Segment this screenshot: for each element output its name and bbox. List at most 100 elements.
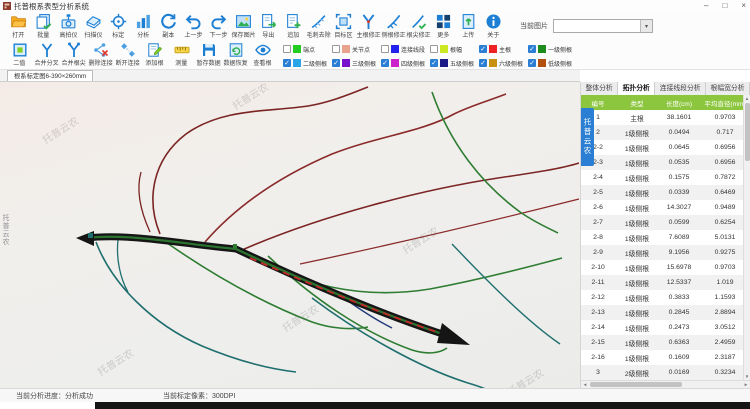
current-image-select[interactable]: ▾ [553,19,653,33]
toolbar-button[interactable]: 导出 [256,13,281,39]
checkbox[interactable] [332,45,340,53]
toolbar-button[interactable]: 下一步 [206,13,231,39]
checkbox[interactable]: ✓ [528,45,536,53]
checkbox[interactable]: ✓ [430,59,438,67]
table-row[interactable]: 2-5 1级侧根 0.0339 0.6469 [581,185,750,200]
checkbox[interactable] [430,45,438,53]
append-icon [285,13,302,30]
table-vscrollbar[interactable]: ▲ ▼ [743,95,750,380]
table-row[interactable]: 2-9 1级侧根 9.1956 0.9275 [581,245,750,260]
checkbox[interactable]: ✓ [479,45,487,53]
toolbar-button[interactable]: 毛刺去除 [306,13,331,39]
checkbox[interactable]: ✓ [381,59,389,67]
table-row[interactable]: 2-16 1级侧根 0.1609 2.3187 [581,350,750,365]
toolbar-button[interactable]: 合并分叉 [33,40,60,69]
hscroll-thumb[interactable] [590,382,682,387]
toolbar-button[interactable]: 侧根修正 [381,13,406,39]
toolbar-button-label: 测量 [175,58,187,67]
toolbar-button[interactable]: 追加 [281,13,306,39]
layer-toggle[interactable]: ✓ 一级侧根 [528,45,577,54]
layer-toggle[interactable]: 关节点 [332,45,381,54]
layer-toggle[interactable]: ✓ 二级侧根 [283,59,332,68]
scroll-down-icon[interactable]: ▼ [744,373,750,380]
table-row[interactable]: 2-11 1级侧根 12.5337 1.019 [581,275,750,290]
table-row[interactable]: 2-6 1级侧根 14.3027 0.9489 [581,200,750,215]
toolbar-button[interactable]: 更多 [431,13,456,39]
layer-toggle[interactable]: ✓ 三级侧根 [332,59,381,68]
cell-len: 0.1609 [659,354,699,361]
toolbar-button[interactable]: 测量 [168,40,195,69]
toolbar-button[interactable]: 根尖修正 [406,13,431,39]
toolbar-button[interactable]: 标定 [106,13,131,39]
close-button[interactable]: × [741,0,746,12]
toolbar-button[interactable]: 批量 [31,13,56,39]
root-canvas[interactable]: 托普云农 托普云农 托普云农 托普云农 托普云农 托普云农 托普云农 [0,82,580,388]
toolbar-button[interactable]: 断开连接 [114,40,141,69]
layer-toggle[interactable]: ✓ 四级侧根 [381,59,430,68]
layer-toggle[interactable]: ✓ 低级侧根 [528,59,577,68]
checkbox[interactable] [283,45,291,53]
toolbar-button[interactable]: 目标区 [331,13,356,39]
table-hscrollbar[interactable]: ◄ ► [581,380,750,388]
cell-id: 2-7 [581,219,615,226]
toolbar-button[interactable]: 上一步 [181,13,206,39]
table-row[interactable]: 2-13 1级侧根 0.2845 2.8894 [581,305,750,320]
toolbar-button[interactable]: 副本 [156,13,181,39]
toolbar-button[interactable]: 删除连接 [87,40,114,69]
layer-toggle[interactable]: 连接线段 [381,45,430,54]
toolbar-button[interactable]: 主根修正 [356,13,381,39]
toolbar-button[interactable]: 打开 [6,13,31,39]
analysis-tab[interactable]: 连接线段分析 [655,82,706,95]
toolbar-button[interactable]: 高拍仪 [56,13,81,39]
table-row[interactable]: 2-8 1级侧根 7.6089 5.0131 [581,230,750,245]
toolbar-button[interactable]: 合并根尖 [60,40,87,69]
analysis-panel: 整体分析拓扑分析连接线段分析根幅宽分析 编号 类型 长度(cm) 平均直径(mm… [580,82,750,388]
toolbar-button[interactable]: 关于 [481,13,506,39]
layer-toggle[interactable]: 根幅 [430,45,479,54]
table-row[interactable]: 3 2级侧根 0.0169 0.3234 [581,365,750,380]
checkbox[interactable]: ✓ [283,59,291,67]
table-row[interactable]: 2-7 1级侧根 0.0599 0.6254 [581,215,750,230]
toolbar-button-label: 更多 [437,30,449,39]
table-row[interactable]: 2 1级侧根 0.0494 0.717 [581,125,750,140]
checkbox[interactable]: ✓ [528,59,536,67]
table-row[interactable]: 2-2 1级侧根 0.0645 0.6956 [581,140,750,155]
layer-label: 端点 [303,45,315,54]
toolbar-button[interactable]: 分析 [131,13,156,39]
toolbar-button[interactable]: 暂存数据 [195,40,222,69]
checkbox[interactable] [381,45,389,53]
table-row[interactable]: 2-15 1级侧根 0.6363 2.4959 [581,335,750,350]
toolbar-button[interactable]: 数据恢复 [222,40,249,69]
table-row[interactable]: 2-3 1级侧根 0.0535 0.6956 [581,155,750,170]
scroll-up-icon[interactable]: ▲ [744,95,750,102]
layer-toggle[interactable]: 端点 [283,45,332,54]
layer-toggle[interactable]: ✓ 六级侧根 [479,59,528,68]
toolbar-button[interactable]: 保存图片 [231,13,256,39]
table-row[interactable]: 1 主根 38.1601 0.9703 [581,110,750,125]
vscroll-thumb[interactable] [745,103,750,161]
toolbar-button[interactable]: 上传 [456,13,481,39]
table-row[interactable]: 2-14 1级侧根 0.2473 3.0512 [581,320,750,335]
cell-len: 0.2473 [659,324,699,331]
analysis-tab[interactable]: 整体分析 [581,82,618,95]
analysis-tab[interactable]: 拓扑分析 [618,82,655,95]
chevron-down-icon[interactable]: ▾ [640,20,652,32]
layer-toggle[interactable]: ✓ 主根 [479,45,528,54]
table-row[interactable]: 2-4 1级侧根 0.1575 0.7872 [581,170,750,185]
checkbox[interactable]: ✓ [479,59,487,67]
toolbar-button[interactable]: 二值 [6,40,33,69]
file-tab[interactable]: 根系标定图6-390×260mm [7,70,93,81]
layer-toggle[interactable]: ✓ 五级侧根 [430,59,479,68]
window-title: 托普根系表型分析系统 [14,1,89,12]
view-root-icon [255,42,271,58]
layer-color-swatch [342,45,350,53]
toolbar-button[interactable]: 扫描仪 [81,13,106,39]
minimize-button[interactable]: – [704,0,708,12]
table-row[interactable]: 2-12 1级侧根 0.3833 1.1593 [581,290,750,305]
maximize-button[interactable]: □ [722,0,727,12]
checkbox[interactable]: ✓ [332,59,340,67]
toolbar-button[interactable]: 添加根 [141,40,168,69]
table-row[interactable]: 2-10 1级侧根 15.6978 0.9703 [581,260,750,275]
analysis-tab[interactable]: 根幅宽分析 [706,82,750,95]
toolbar-button[interactable]: 查看根 [249,40,276,69]
